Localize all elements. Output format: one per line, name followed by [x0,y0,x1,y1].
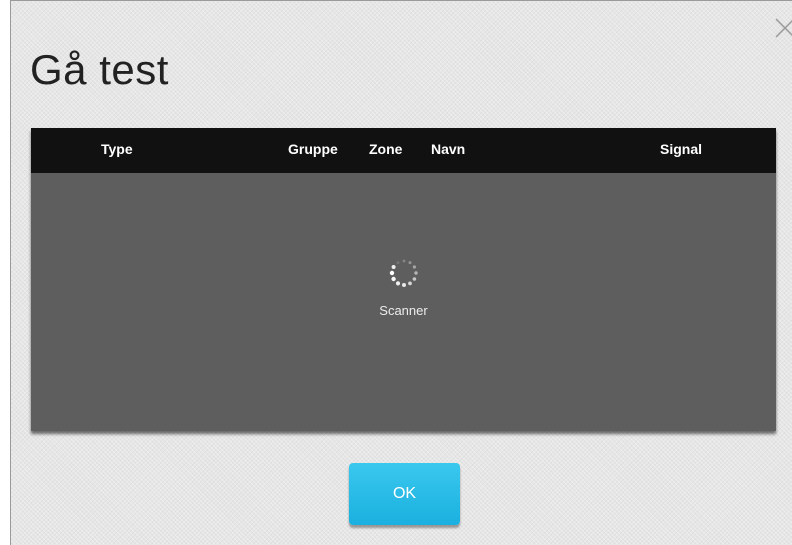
loading-text: Scanner [379,303,428,318]
column-header-type[interactable]: Type [101,141,133,157]
loading-indicator: Scanner [31,258,776,318]
table-header: Type Gruppe Zone Navn Signal [31,128,776,173]
walk-test-dialog: Gå test Type Gruppe Zone Navn Signal Sca… [10,0,792,545]
column-header-navn[interactable]: Navn [431,141,465,157]
spinner-icon [389,259,418,287]
dialog-title: Gå test [30,46,169,93]
devices-table: Type Gruppe Zone Navn Signal Scanner [31,128,776,431]
column-header-zone[interactable]: Zone [369,141,402,157]
column-header-gruppe[interactable]: Gruppe [288,141,338,157]
close-icon[interactable] [774,17,792,39]
ok-button[interactable]: OK [349,463,460,525]
column-header-signal[interactable]: Signal [660,141,702,157]
